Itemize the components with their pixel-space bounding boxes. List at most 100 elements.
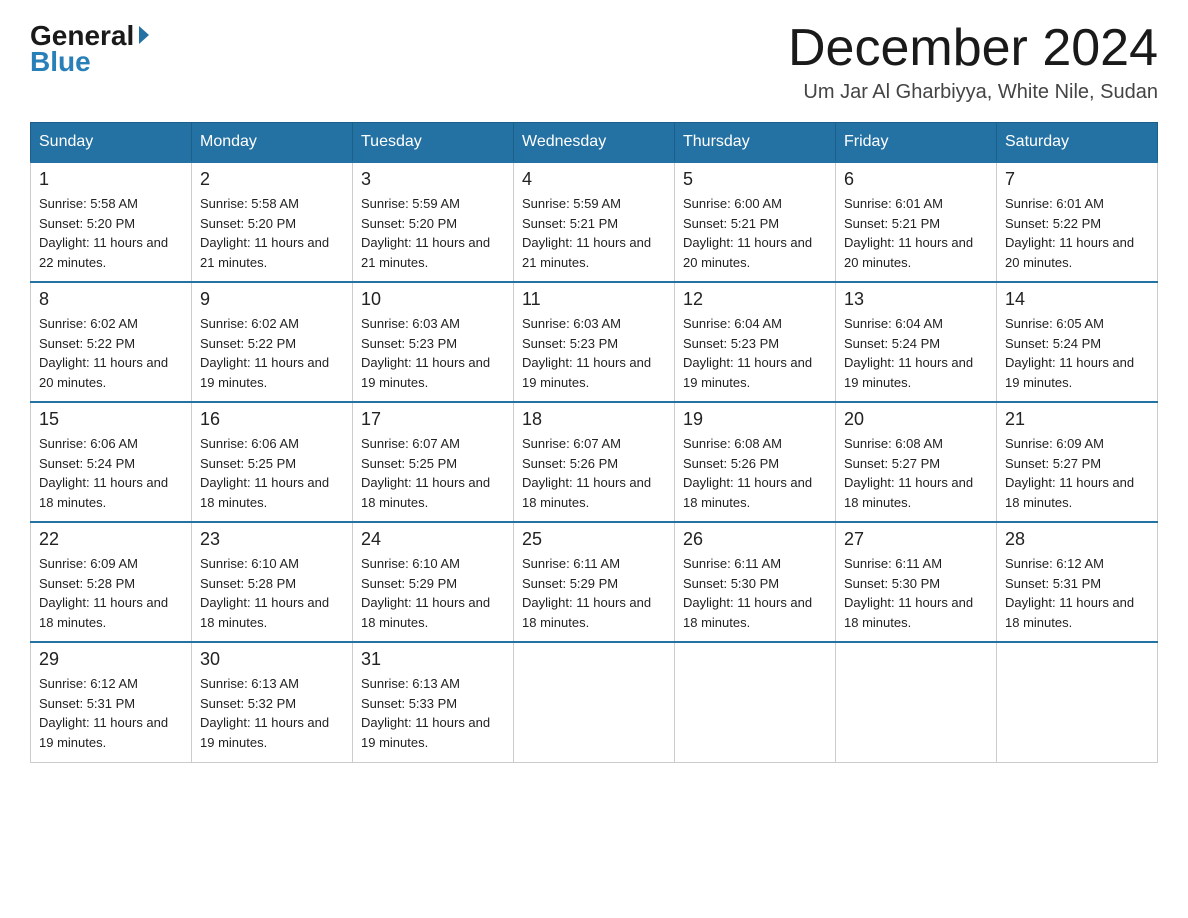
- day-number: 17: [361, 409, 505, 430]
- day-number: 14: [1005, 289, 1149, 310]
- day-info: Sunrise: 6:06 AMSunset: 5:25 PMDaylight:…: [200, 434, 344, 512]
- calendar-cell: 1 Sunrise: 5:58 AMSunset: 5:20 PMDaylight…: [31, 162, 192, 282]
- day-info: Sunrise: 6:01 AMSunset: 5:21 PMDaylight:…: [844, 194, 988, 272]
- day-info: Sunrise: 5:58 AMSunset: 5:20 PMDaylight:…: [200, 194, 344, 272]
- calendar-cell: 19 Sunrise: 6:08 AMSunset: 5:26 PMDayligh…: [675, 402, 836, 522]
- day-number: 19: [683, 409, 827, 430]
- day-number: 15: [39, 409, 183, 430]
- day-number: 3: [361, 169, 505, 190]
- calendar-cell: [514, 642, 675, 762]
- calendar-header-row: SundayMondayTuesdayWednesdayThursdayFrid…: [31, 123, 1158, 163]
- calendar-cell: 7Sunrise: 6:01 AMSunset: 5:22 PMDaylight…: [997, 162, 1158, 282]
- calendar-cell: [997, 642, 1158, 762]
- day-number: 5: [683, 169, 827, 190]
- day-number: 25: [522, 529, 666, 550]
- page-header: General Blue December 2024 Um Jar Al Gha…: [30, 20, 1158, 104]
- calendar-cell: [836, 642, 997, 762]
- day-number: 28: [1005, 529, 1149, 550]
- calendar-cell: 18Sunrise: 6:07 AMSunset: 5:26 PMDayligh…: [514, 402, 675, 522]
- col-header-saturday: Saturday: [997, 123, 1158, 163]
- logo: General Blue: [30, 20, 149, 78]
- day-info: Sunrise: 6:00 AMSunset: 5:21 PMDaylight:…: [683, 194, 827, 272]
- calendar-cell: 27Sunrise: 6:11 AMSunset: 5:30 PMDayligh…: [836, 522, 997, 642]
- day-number: 18: [522, 409, 666, 430]
- day-info: Sunrise: 6:02 AMSunset: 5:22 PMDaylight:…: [39, 314, 183, 392]
- calendar-cell: 5 Sunrise: 6:00 AMSunset: 5:21 PMDaylight…: [675, 162, 836, 282]
- col-header-monday: Monday: [192, 123, 353, 163]
- day-info: Sunrise: 6:04 AMSunset: 5:24 PMDaylight:…: [844, 314, 988, 392]
- month-title: December 2024: [788, 20, 1158, 77]
- day-info: Sunrise: 6:08 AMSunset: 5:26 PMDaylight:…: [683, 434, 827, 512]
- day-number: 31: [361, 649, 505, 670]
- day-number: 22: [39, 529, 183, 550]
- calendar-cell: 15Sunrise: 6:06 AMSunset: 5:24 PMDayligh…: [31, 402, 192, 522]
- day-number: 10: [361, 289, 505, 310]
- day-info: Sunrise: 5:59 AMSunset: 5:21 PMDaylight:…: [522, 194, 666, 272]
- calendar-cell: 20 Sunrise: 6:08 AMSunset: 5:27 PMDayligh…: [836, 402, 997, 522]
- day-info: Sunrise: 6:09 AMSunset: 5:27 PMDaylight:…: [1005, 434, 1149, 512]
- calendar-cell: 26Sunrise: 6:11 AMSunset: 5:30 PMDayligh…: [675, 522, 836, 642]
- calendar-cell: 14 Sunrise: 6:05 AMSunset: 5:24 PMDayligh…: [997, 282, 1158, 402]
- calendar-cell: 29 Sunrise: 6:12 AMSunset: 5:31 PMDayligh…: [31, 642, 192, 762]
- calendar-cell: 12Sunrise: 6:04 AMSunset: 5:23 PMDayligh…: [675, 282, 836, 402]
- day-number: 12: [683, 289, 827, 310]
- day-number: 4: [522, 169, 666, 190]
- day-number: 27: [844, 529, 988, 550]
- day-info: Sunrise: 5:59 AMSunset: 5:20 PMDaylight:…: [361, 194, 505, 272]
- day-info: Sunrise: 6:09 AMSunset: 5:28 PMDaylight:…: [39, 554, 183, 632]
- calendar-cell: 10 Sunrise: 6:03 AMSunset: 5:23 PMDayligh…: [353, 282, 514, 402]
- day-info: Sunrise: 6:02 AMSunset: 5:22 PMDaylight:…: [200, 314, 344, 392]
- calendar-cell: 24 Sunrise: 6:10 AMSunset: 5:29 PMDayligh…: [353, 522, 514, 642]
- calendar-cell: 2Sunrise: 5:58 AMSunset: 5:20 PMDaylight…: [192, 162, 353, 282]
- day-info: Sunrise: 6:13 AMSunset: 5:33 PMDaylight:…: [361, 674, 505, 752]
- week-row-1: 1 Sunrise: 5:58 AMSunset: 5:20 PMDaylight…: [31, 162, 1158, 282]
- calendar-cell: 17 Sunrise: 6:07 AMSunset: 5:25 PMDayligh…: [353, 402, 514, 522]
- day-number: 13: [844, 289, 988, 310]
- calendar-cell: 21 Sunrise: 6:09 AMSunset: 5:27 PMDayligh…: [997, 402, 1158, 522]
- day-number: 9: [200, 289, 344, 310]
- col-header-tuesday: Tuesday: [353, 123, 514, 163]
- day-info: Sunrise: 6:05 AMSunset: 5:24 PMDaylight:…: [1005, 314, 1149, 392]
- calendar-cell: 31 Sunrise: 6:13 AMSunset: 5:33 PMDayligh…: [353, 642, 514, 762]
- day-info: Sunrise: 6:11 AMSunset: 5:29 PMDaylight:…: [522, 554, 666, 632]
- calendar-table: SundayMondayTuesdayWednesdayThursdayFrid…: [30, 122, 1158, 763]
- day-number: 20: [844, 409, 988, 430]
- day-number: 6: [844, 169, 988, 190]
- location-subtitle: Um Jar Al Gharbiyya, White Nile, Sudan: [788, 81, 1158, 104]
- day-number: 23: [200, 529, 344, 550]
- day-number: 24: [361, 529, 505, 550]
- day-number: 29: [39, 649, 183, 670]
- logo-blue: Blue: [30, 46, 91, 78]
- day-info: Sunrise: 6:08 AMSunset: 5:27 PMDaylight:…: [844, 434, 988, 512]
- day-number: 21: [1005, 409, 1149, 430]
- calendar-cell: 30Sunrise: 6:13 AMSunset: 5:32 PMDayligh…: [192, 642, 353, 762]
- calendar-cell: 6 Sunrise: 6:01 AMSunset: 5:21 PMDaylight…: [836, 162, 997, 282]
- day-info: Sunrise: 6:12 AMSunset: 5:31 PMDaylight:…: [1005, 554, 1149, 632]
- week-row-4: 22 Sunrise: 6:09 AMSunset: 5:28 PMDayligh…: [31, 522, 1158, 642]
- calendar-cell: 3 Sunrise: 5:59 AMSunset: 5:20 PMDaylight…: [353, 162, 514, 282]
- day-info: Sunrise: 5:58 AMSunset: 5:20 PMDaylight:…: [39, 194, 183, 272]
- day-info: Sunrise: 6:03 AMSunset: 5:23 PMDaylight:…: [361, 314, 505, 392]
- col-header-sunday: Sunday: [31, 123, 192, 163]
- day-info: Sunrise: 6:12 AMSunset: 5:31 PMDaylight:…: [39, 674, 183, 752]
- day-info: Sunrise: 6:10 AMSunset: 5:28 PMDaylight:…: [200, 554, 344, 632]
- day-number: 7: [1005, 169, 1149, 190]
- day-info: Sunrise: 6:13 AMSunset: 5:32 PMDaylight:…: [200, 674, 344, 752]
- day-number: 8: [39, 289, 183, 310]
- logo-arrow-icon: [139, 26, 149, 44]
- day-number: 16: [200, 409, 344, 430]
- calendar-cell: [675, 642, 836, 762]
- day-info: Sunrise: 6:07 AMSunset: 5:25 PMDaylight:…: [361, 434, 505, 512]
- day-number: 1: [39, 169, 183, 190]
- day-info: Sunrise: 6:11 AMSunset: 5:30 PMDaylight:…: [683, 554, 827, 632]
- calendar-cell: 22 Sunrise: 6:09 AMSunset: 5:28 PMDayligh…: [31, 522, 192, 642]
- day-info: Sunrise: 6:10 AMSunset: 5:29 PMDaylight:…: [361, 554, 505, 632]
- week-row-5: 29 Sunrise: 6:12 AMSunset: 5:31 PMDayligh…: [31, 642, 1158, 762]
- title-section: December 2024 Um Jar Al Gharbiyya, White…: [788, 20, 1158, 104]
- week-row-3: 15Sunrise: 6:06 AMSunset: 5:24 PMDayligh…: [31, 402, 1158, 522]
- day-number: 11: [522, 289, 666, 310]
- week-row-2: 8 Sunrise: 6:02 AMSunset: 5:22 PMDaylight…: [31, 282, 1158, 402]
- col-header-thursday: Thursday: [675, 123, 836, 163]
- calendar-cell: 11Sunrise: 6:03 AMSunset: 5:23 PMDayligh…: [514, 282, 675, 402]
- col-header-friday: Friday: [836, 123, 997, 163]
